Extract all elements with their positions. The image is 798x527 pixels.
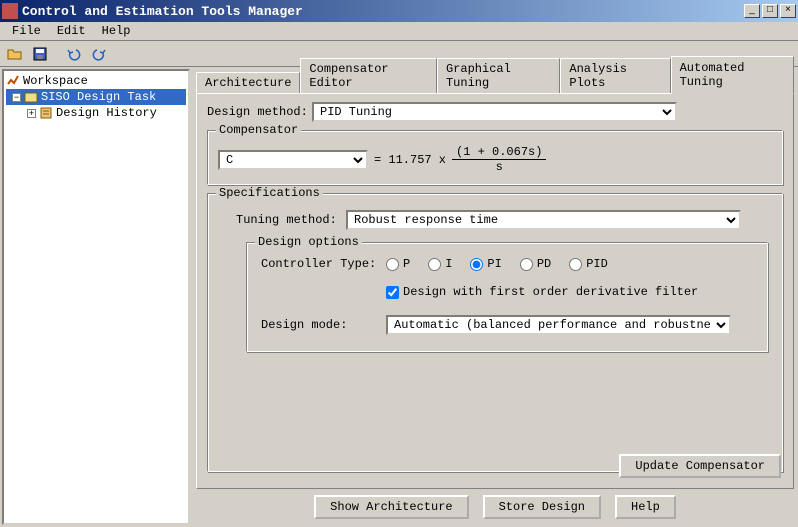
compensator-fraction: (1 + 0.067s) s [452, 145, 546, 174]
tree-siso-label: SISO Design Task [41, 90, 156, 104]
minimize-button[interactable]: _ [744, 4, 760, 18]
bottom-bar: Show Architecture Store Design Help [196, 489, 794, 523]
menu-edit[interactable]: Edit [49, 22, 94, 40]
window-controls: _ □ × [744, 4, 796, 18]
window-title: Control and Estimation Tools Manager [22, 4, 744, 19]
tree-design-history[interactable]: + Design History [6, 105, 186, 121]
menubar: File Edit Help [0, 22, 798, 41]
radio-pi[interactable]: PI [470, 257, 501, 271]
update-compensator-button[interactable]: Update Compensator [619, 454, 781, 478]
radio-p[interactable]: P [386, 257, 410, 271]
tree-history-label: Design History [56, 106, 157, 120]
tree-collapse-icon[interactable]: − [12, 93, 21, 102]
menu-file[interactable]: File [4, 22, 49, 40]
compensator-denominator: s [452, 160, 546, 174]
tree-panel: Workspace − SISO Design Task + Design Hi… [2, 69, 190, 525]
tab-automated-tuning[interactable]: Automated Tuning [671, 56, 794, 94]
radio-i[interactable]: I [428, 257, 452, 271]
radio-pd[interactable]: PD [520, 257, 551, 271]
update-row: Update Compensator [619, 454, 781, 478]
content-panel: Architecture Compensator Editor Graphica… [192, 67, 798, 527]
design-options-group: Design options Controller Type: P I PI P… [246, 242, 768, 352]
open-icon[interactable] [4, 43, 26, 65]
tuning-method-label: Tuning method: [236, 213, 346, 227]
show-architecture-button[interactable]: Show Architecture [314, 495, 468, 519]
maximize-button[interactable]: □ [762, 4, 778, 18]
matlab-icon [6, 74, 20, 88]
undo-icon[interactable] [63, 43, 85, 65]
deriv-filter-label: Design with first order derivative filte… [403, 285, 698, 299]
tree-siso-design-task[interactable]: − SISO Design Task [6, 89, 186, 105]
tabs: Architecture Compensator Editor Graphica… [196, 71, 794, 93]
design-options-legend: Design options [255, 235, 362, 249]
radio-pid[interactable]: PID [569, 257, 608, 271]
tree-workspace-label: Workspace [23, 74, 88, 88]
compensator-numerator: (1 + 0.067s) [452, 145, 546, 160]
compensator-group: Compensator C = 11.757 x (1 + 0.067s) s [207, 130, 783, 185]
design-mode-label: Design mode: [261, 318, 386, 332]
main-area: Workspace − SISO Design Task + Design Hi… [0, 67, 798, 527]
controller-type-radios: P I PI PD PID [386, 257, 608, 271]
specifications-group: Specifications Tuning method: Robust res… [207, 193, 783, 472]
tab-architecture[interactable]: Architecture [196, 72, 300, 94]
task-icon [24, 90, 38, 104]
tab-analysis-plots[interactable]: Analysis Plots [560, 58, 670, 94]
history-icon [39, 106, 53, 120]
design-method-label: Design method: [207, 105, 312, 119]
tab-content: Design method: PID Tuning Compensator C … [196, 93, 794, 489]
compensator-legend: Compensator [216, 123, 301, 137]
specifications-legend: Specifications [216, 186, 323, 200]
store-design-button[interactable]: Store Design [483, 495, 601, 519]
help-button[interactable]: Help [615, 495, 676, 519]
design-method-row: Design method: PID Tuning [207, 102, 783, 122]
tab-compensator-editor[interactable]: Compensator Editor [300, 58, 437, 94]
close-button[interactable]: × [780, 4, 796, 18]
save-icon[interactable] [29, 43, 51, 65]
app-icon [2, 3, 18, 19]
titlebar: Control and Estimation Tools Manager _ □… [0, 0, 798, 22]
compensator-select[interactable]: C [218, 150, 368, 170]
tuning-method-select[interactable]: Robust response time [346, 210, 741, 230]
redo-icon[interactable] [88, 43, 110, 65]
controller-type-label: Controller Type: [261, 257, 386, 271]
tree-expand-icon[interactable]: + [27, 109, 36, 118]
tree-workspace[interactable]: Workspace [6, 73, 186, 89]
tab-graphical-tuning[interactable]: Graphical Tuning [437, 58, 560, 94]
design-mode-select[interactable]: Automatic (balanced performance and robu… [386, 315, 731, 335]
deriv-filter-checkbox[interactable]: Design with first order derivative filte… [386, 285, 698, 299]
menu-help[interactable]: Help [94, 22, 139, 40]
compensator-eq-prefix: = 11.757 x [374, 153, 446, 167]
design-method-select[interactable]: PID Tuning [312, 102, 677, 122]
